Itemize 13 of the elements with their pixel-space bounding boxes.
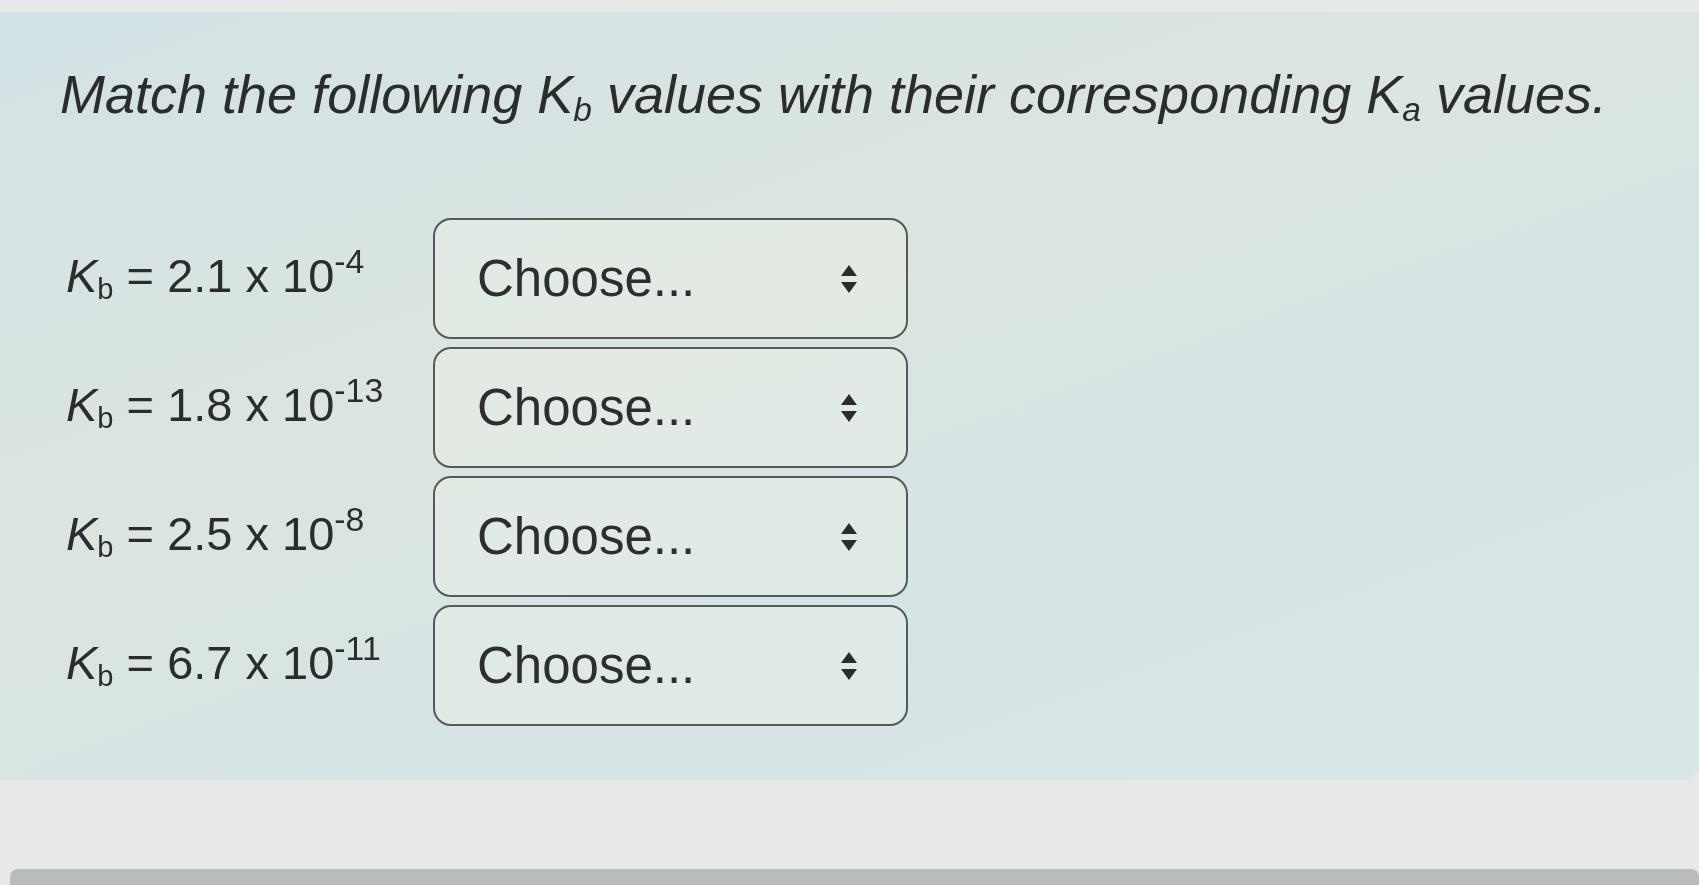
kb-value-label: K$_{b}$ = 2.1 x 10$^{-4}$ — [65, 246, 366, 305]
choose-dropdown[interactable]: Choose... — [433, 476, 908, 597]
kb-value-label: K$_{b}$ = 6.7 x 10$^{-11}$ — [65, 633, 382, 692]
choose-dropdown[interactable]: Choose... — [433, 605, 908, 726]
kb-value-label: K$_{b}$ = 1.8 x 10$^{-13}$ — [65, 375, 385, 434]
up-down-arrows-icon — [840, 263, 858, 294]
kb-value-label: K$_{b}$ = 2.5 x 10$^{-8}$ — [65, 504, 366, 563]
choose-dropdown[interactable]: Choose... — [433, 218, 908, 339]
question-text: Match the following K$_{b}$ values with their corresponding K$_{a}$ values. — [60, 63, 1608, 126]
choose-dropdown[interactable]: Choose... — [433, 347, 908, 468]
up-down-arrows-icon — [840, 521, 858, 552]
up-down-arrows-icon — [840, 650, 858, 681]
up-down-arrows-icon — [840, 392, 858, 423]
